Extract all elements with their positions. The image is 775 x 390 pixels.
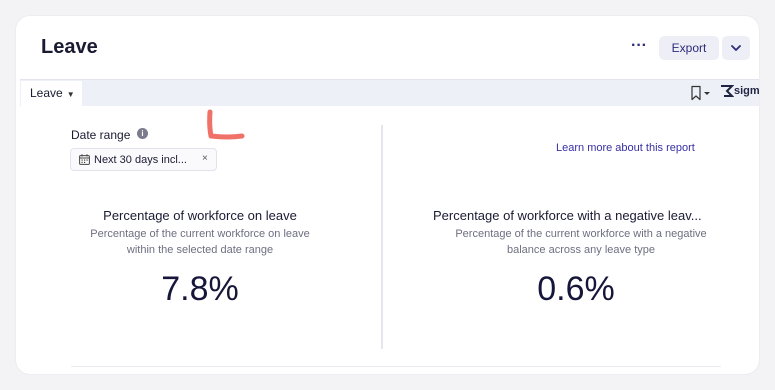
caret-down-icon: ▼ [66,90,75,99]
sigma-brand[interactable]: sigm [720,84,759,102]
metric-subtitle-line: within the selected date range [126,244,274,256]
bookmark-button[interactable] [689,85,713,101]
clear-filter-icon[interactable]: × [202,153,208,164]
sigma-logo-icon [721,85,735,97]
more-options-button[interactable]: ··· [628,37,650,59]
annotation-mark [207,109,245,140]
export-menu-button[interactable] [722,36,750,60]
metric-subtitle-line: Percentage of the current workforce with… [455,228,707,240]
chevron-down-icon [731,45,741,51]
metric-subtitle-line: Percentage of the current workforce on l… [90,228,310,240]
date-range-chip[interactable]: Next 30 days incl... × [70,148,217,171]
page-title: Leave [41,36,98,58]
metric-value-on-leave: 7.8% [161,270,239,308]
date-range-label: Date range [71,128,131,142]
date-range-value: Next 30 days incl... [94,154,187,166]
metric-subtitle-negative-balance: Percentage of the current workforce with… [431,226,731,258]
bottom-divider [71,366,721,367]
metric-value-negative-balance: 0.6% [537,270,615,308]
metric-title-negative-balance: Percentage of workforce with a negative … [433,208,702,223]
calendar-icon [79,154,90,165]
metric-subtitle-on-leave: Percentage of the current workforce on l… [65,226,335,258]
metric-title-on-leave: Percentage of workforce on leave [103,208,297,223]
panel-divider [381,125,383,349]
workbook-toolbar: Leave ▼ sigm [20,79,759,106]
info-icon[interactable]: i [137,128,148,139]
app-frame: Leave ··· Export Leave ▼ sigm Date range… [0,0,775,390]
learn-more-link[interactable]: Learn more about this report [556,142,695,154]
report-card: Leave ··· Export Leave ▼ sigm Date range… [16,16,759,374]
brand-label: sigm [734,84,759,97]
tab-leave[interactable]: Leave ▼ [21,81,82,106]
export-button[interactable]: Export [659,36,719,60]
metric-subtitle-line: balance across any leave type [507,244,655,256]
bookmark-icon [691,85,710,101]
tab-leave-label: Leave [30,86,63,100]
